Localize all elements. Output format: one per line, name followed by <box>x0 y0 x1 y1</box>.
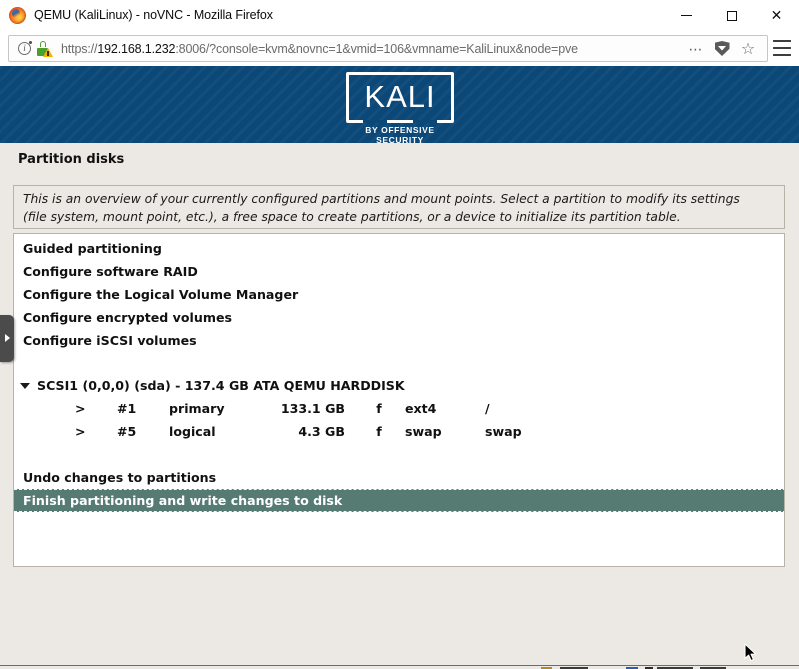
window-titlebar: QEMU (KaliLinux) - noVNC - Mozilla Firef… <box>0 0 799 31</box>
list-item-guided-partitioning[interactable]: Guided partitioning <box>23 237 162 260</box>
intro-panel: This is an overview of your currently co… <box>13 185 785 229</box>
intro-line-1: This is an overview of your currently co… <box>23 192 740 206</box>
shield-icon[interactable] <box>709 36 735 61</box>
partition-flags: f <box>376 401 382 416</box>
partition-marker: > <box>75 401 86 416</box>
page-info-icon[interactable] <box>18 41 32 55</box>
minimize-button[interactable] <box>664 0 709 31</box>
list-item-configure-lvm[interactable]: Configure the Logical Volume Manager <box>23 283 298 306</box>
kali-frame-gap-left <box>363 120 387 123</box>
partition-size: 133.1 GB <box>280 401 345 416</box>
addressbar-actions: ⋯ ☆ <box>683 36 767 61</box>
screen-root: QEMU (KaliLinux) - noVNC - Mozilla Firef… <box>0 0 799 669</box>
lock-shackle <box>39 41 46 47</box>
table-row[interactable]: > #1 primary 133.1 GB f ext4 / <box>23 397 575 420</box>
warning-exclamation <box>47 51 49 56</box>
list-item-configure-iscsi-volumes[interactable]: Configure iSCSI volumes <box>23 329 197 352</box>
page-title: Partition disks <box>18 152 125 167</box>
hamburger-menu-icon[interactable] <box>773 40 791 56</box>
intro-line-2: (file system, mount point, etc.), a free… <box>23 210 681 224</box>
kali-tagline: BY OFFENSIVE SECURITY <box>365 125 435 143</box>
partition-filesystem: ext4 <box>405 401 437 416</box>
browser-navbar: https://192.168.1.232:8006/?console=kvm&… <box>0 31 799 66</box>
window-controls: ✕ <box>664 0 799 31</box>
kali-frame-gap-right <box>413 120 437 123</box>
list-item-configure-encrypted-volumes[interactable]: Configure encrypted volumes <box>23 306 232 329</box>
partition-mountpoint: / <box>485 401 490 416</box>
partition-flags: f <box>376 424 382 439</box>
partition-size: 4.3 GB <box>298 424 345 439</box>
list-item-undo-changes[interactable]: Undo changes to partitions <box>23 466 216 489</box>
intro-text: This is an overview of your currently co… <box>23 190 775 226</box>
kali-wordmark: KALI <box>364 79 436 114</box>
list-item-finish-partitioning[interactable]: Finish partitioning and write changes to… <box>14 489 784 512</box>
partition-type: logical <box>169 424 216 439</box>
kali-logo: KALI BY OFFENSIVE SECURITY <box>344 72 456 143</box>
taskbar-sliver <box>0 662 799 669</box>
disk-header-row[interactable]: SCSI1 (0,0,0) (sda) - 137.4 GB ATA QEMU … <box>20 374 405 397</box>
installer-screen: Partition disks This is an overview of y… <box>0 143 799 662</box>
partition-number: #5 <box>117 424 137 439</box>
maximize-button[interactable] <box>709 0 754 31</box>
partition-list-panel[interactable]: Guided partitioning Configure software R… <box>13 233 785 567</box>
kali-banner: KALI BY OFFENSIVE SECURITY <box>0 66 799 143</box>
partition-type: primary <box>169 401 225 416</box>
list-item-configure-software-raid[interactable]: Configure software RAID <box>23 260 198 283</box>
maximize-icon <box>726 10 737 21</box>
list-item-finish-partitioning-label: Finish partitioning and write changes to… <box>23 493 343 508</box>
partition-filesystem: swap <box>405 424 442 439</box>
close-button[interactable]: ✕ <box>754 0 799 31</box>
partition-marker: > <box>75 424 86 439</box>
star-icon[interactable]: ☆ <box>735 36 761 61</box>
page-actions-ellipsis-icon[interactable]: ⋯ <box>683 36 709 61</box>
partition-mountpoint: swap <box>485 424 522 439</box>
url-text[interactable]: https://192.168.1.232:8006/?console=kvm&… <box>61 42 578 56</box>
disk-label: SCSI1 (0,0,0) (sda) - 137.4 GB ATA QEMU … <box>37 378 405 393</box>
minimize-icon <box>681 15 692 16</box>
table-row[interactable]: > #5 logical 4.3 GB f swap swap <box>23 420 575 443</box>
window-title: QEMU (KaliLinux) - noVNC - Mozilla Firef… <box>34 8 273 22</box>
chevron-down-icon[interactable] <box>20 382 30 389</box>
close-icon: ✕ <box>770 7 783 24</box>
novnc-sidebar-expand-handle[interactable] <box>0 315 14 362</box>
address-bar[interactable]: https://192.168.1.232:8006/?console=kvm&… <box>8 35 768 62</box>
partition-number: #1 <box>117 401 137 416</box>
lock-warning-icon[interactable] <box>37 41 53 57</box>
firefox-logo-icon <box>9 7 26 24</box>
